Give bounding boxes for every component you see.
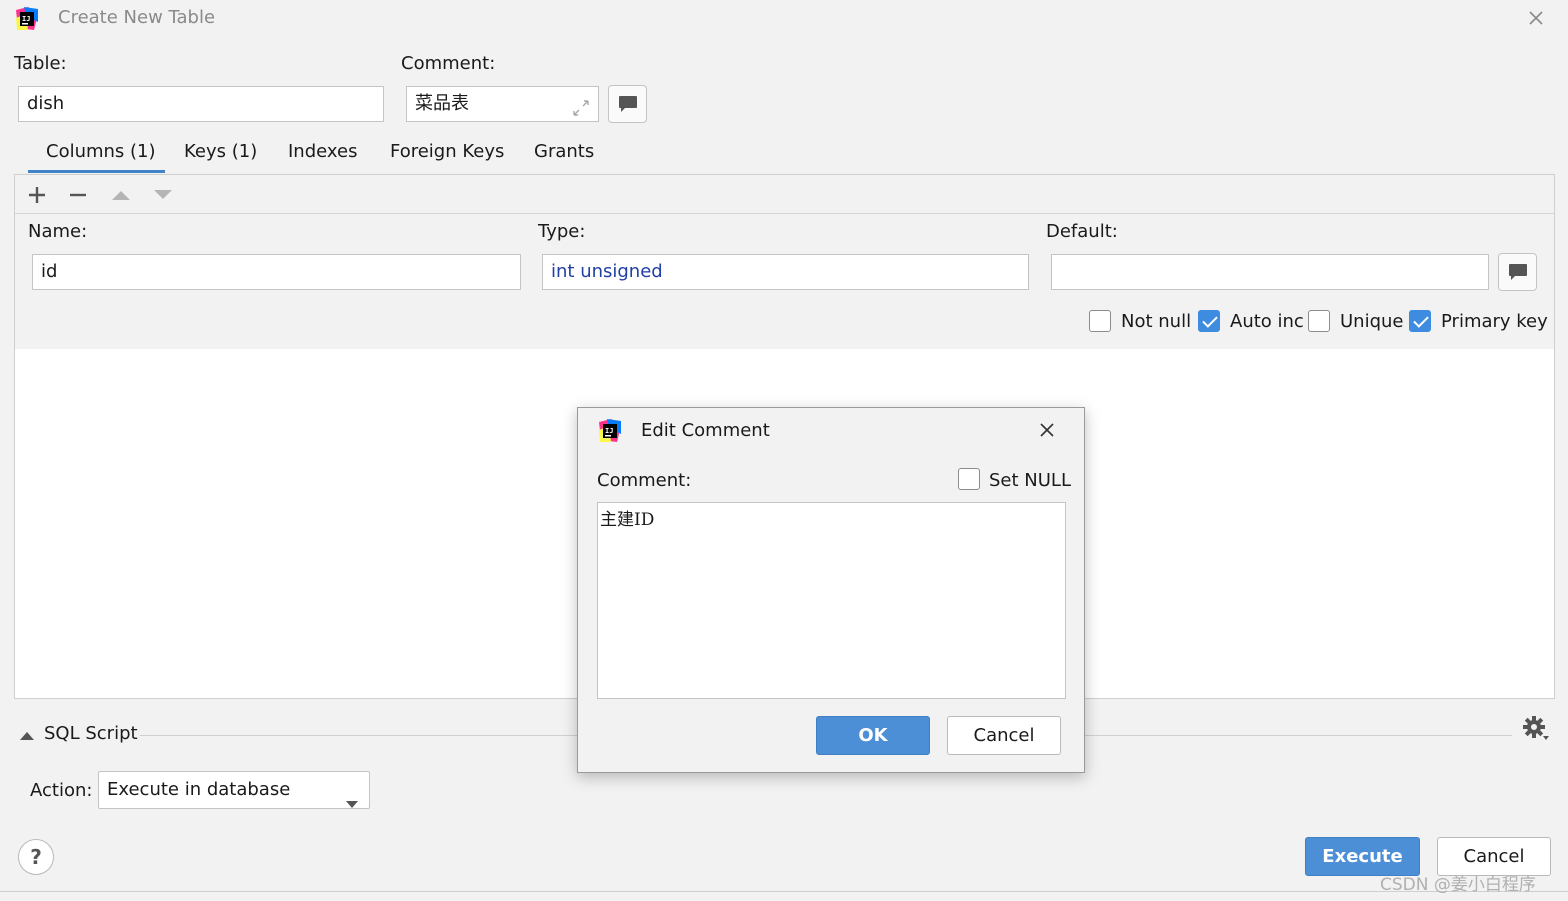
- dialog-title: Edit Comment: [641, 420, 770, 441]
- column-default-input[interactable]: [1051, 254, 1489, 290]
- primary-key-label: Primary key: [1441, 311, 1548, 332]
- tab-grants[interactable]: Grants: [534, 141, 594, 162]
- action-select-value: Execute in database: [107, 779, 291, 800]
- window-title: Create New Table: [58, 7, 216, 28]
- chevron-down-icon: [345, 786, 359, 808]
- set-null-checkbox[interactable]: [958, 468, 980, 490]
- set-null-label: Set NULL: [989, 470, 1071, 491]
- column-default-label: Default:: [1046, 221, 1118, 242]
- dialog-comment-label: Comment:: [597, 470, 692, 491]
- dialog-comment-textarea[interactable]: 主建ID: [597, 502, 1066, 699]
- active-tab-underline: [28, 170, 165, 173]
- table-comment-value: 菜品表: [415, 93, 469, 114]
- close-icon[interactable]: [1527, 9, 1545, 27]
- columns-toolbar: [15, 175, 1554, 214]
- column-type-label: Type:: [538, 221, 586, 242]
- not-null-label: Not null: [1121, 311, 1192, 332]
- expand-icon[interactable]: [572, 95, 590, 116]
- table-comment-input[interactable]: 菜品表: [406, 86, 599, 122]
- sql-script-label[interactable]: SQL Script: [44, 723, 138, 744]
- help-button[interactable]: ?: [18, 839, 54, 875]
- add-icon[interactable]: [27, 185, 47, 205]
- dialog-app-logo-icon: IJ: [597, 418, 623, 444]
- remove-icon[interactable]: [68, 185, 88, 205]
- dialog-ok-button[interactable]: OK: [816, 716, 930, 755]
- column-name-input[interactable]: id: [32, 254, 521, 290]
- not-null-checkbox[interactable]: [1089, 310, 1111, 332]
- move-up-icon[interactable]: [111, 187, 131, 203]
- dialog-close-icon[interactable]: [1039, 422, 1055, 438]
- dialog-cancel-button[interactable]: Cancel: [947, 716, 1061, 755]
- svg-text:IJ: IJ: [605, 427, 613, 435]
- move-down-icon[interactable]: [153, 187, 173, 203]
- comment-icon: [1508, 264, 1527, 280]
- gear-icon[interactable]: [1522, 715, 1550, 741]
- app-logo-icon: IJ: [14, 6, 40, 32]
- primary-key-checkbox[interactable]: [1409, 310, 1431, 332]
- action-select[interactable]: Execute in database: [98, 771, 370, 809]
- comment-label: Comment:: [401, 53, 496, 74]
- svg-text:IJ: IJ: [22, 15, 30, 23]
- column-comment-button[interactable]: [1498, 253, 1537, 291]
- column-name-label: Name:: [28, 221, 88, 242]
- footer-divider: [0, 891, 1568, 892]
- watermark: CSDN @姜小白程序: [1380, 875, 1536, 895]
- table-name-input[interactable]: dish: [18, 86, 384, 122]
- auto-inc-label: Auto inc: [1230, 311, 1304, 332]
- auto-inc-checkbox[interactable]: [1198, 310, 1220, 332]
- comment-icon: [618, 96, 637, 112]
- unique-checkbox[interactable]: [1308, 310, 1330, 332]
- tab-columns[interactable]: Columns (1): [46, 141, 156, 162]
- tab-indexes[interactable]: Indexes: [288, 141, 357, 162]
- tab-foreign-keys[interactable]: Foreign Keys: [390, 141, 504, 162]
- unique-label: Unique: [1340, 311, 1404, 332]
- help-icon: ?: [30, 845, 42, 869]
- edit-comment-button[interactable]: [608, 85, 647, 123]
- column-type-input[interactable]: int unsigned: [542, 254, 1029, 290]
- table-label: Table:: [14, 53, 67, 74]
- action-label: Action:: [30, 780, 93, 801]
- edit-comment-dialog: IJ Edit Comment Comment: Set NULL 主建ID O…: [577, 407, 1085, 773]
- tab-keys[interactable]: Keys (1): [184, 141, 257, 162]
- collapse-triangle-icon[interactable]: [19, 727, 35, 740]
- dialog-comment-text: 主建ID: [600, 510, 655, 530]
